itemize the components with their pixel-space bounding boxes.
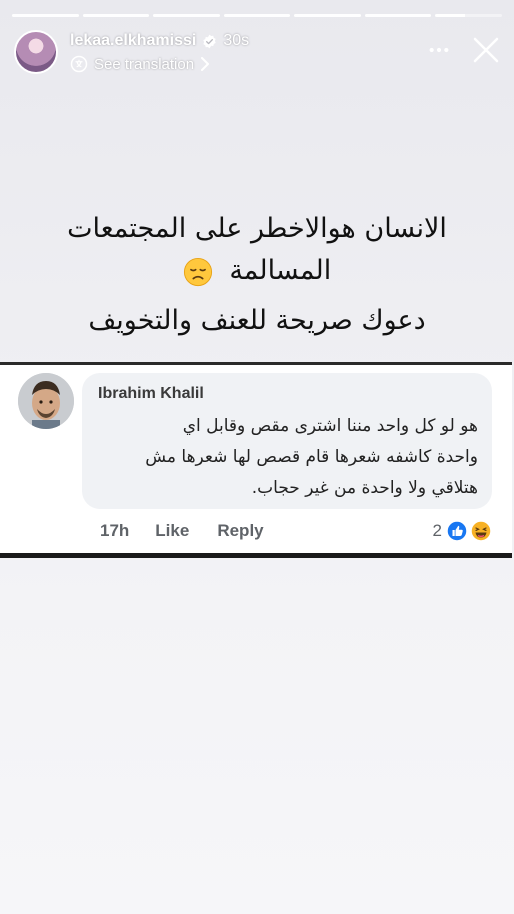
progress-segment-current: [364, 14, 432, 17]
comment-actions: 17h Like Reply 2: [100, 517, 492, 545]
story-progress-bars: [12, 14, 503, 17]
like-button[interactable]: Like: [155, 521, 189, 541]
verified-badge-icon: [203, 34, 216, 48]
comment-text: هو لو كل واحد مننا اشترى مقص وقابل اي وا…: [96, 411, 478, 504]
caption-line-1: الانسان هوالاخطر على المجتمعات: [67, 213, 447, 244]
progress-segment: [153, 14, 220, 17]
progress-segment: [223, 14, 291, 17]
caption-line-2-text: المسالمة: [229, 255, 332, 286]
disappointed-face-icon: [183, 257, 212, 286]
chevron-right-icon: [201, 57, 210, 71]
reaction-count: 2: [432, 521, 442, 540]
comment-screenshot: Ibrahim Khalil هو لو كل واحد مننا اشترى …: [0, 362, 512, 558]
see-translation-label: See translation: [94, 55, 195, 73]
progress-segment-active: [435, 14, 503, 17]
reactions-summary[interactable]: 2: [433, 520, 492, 542]
comment-text-line: واحدة كاشفه شعرها قام قصص لها شعرها مش: [145, 447, 478, 467]
reply-button[interactable]: Reply: [217, 521, 263, 541]
username[interactable]: lekaa.elkhamissi: [70, 32, 196, 50]
close-icon[interactable]: [472, 36, 500, 64]
progress-segment: [294, 14, 361, 17]
caption-line-2: المسالمة: [0, 250, 514, 292]
comment-text-line: هتلاقي ولا واحدة من غير حجاب.: [251, 478, 478, 498]
header-text: lekaa.elkhamissi 30s See translation: [70, 32, 249, 73]
story-header: lekaa.elkhamissi 30s See translation: [14, 30, 500, 78]
commenter-name[interactable]: Ibrahim Khalil: [98, 385, 204, 403]
comment-text-line: هو لو كل واحد مننا اشترى مقص وقابل اي: [182, 416, 478, 436]
comment-time: 17h: [100, 521, 130, 540]
progress-segment: [82, 14, 150, 17]
avatar[interactable]: [14, 30, 58, 74]
story-caption: الانسان هوالاخطر على المجتمعات المسالمة …: [0, 208, 514, 342]
caption-line-3: دعوك صريحة للعنف والتخويف: [88, 305, 426, 336]
user-row: lekaa.elkhamissi 30s: [70, 32, 249, 50]
story-timestamp: 30s: [223, 32, 250, 49]
progress-segment: [12, 14, 79, 17]
more-options-icon[interactable]: [428, 39, 450, 61]
commenter-avatar: [18, 373, 74, 429]
translate-icon: [70, 55, 88, 73]
like-reaction-icon: [446, 520, 468, 542]
header-actions: [428, 36, 500, 64]
haha-reaction-icon: [470, 520, 492, 542]
comment-bubble: Ibrahim Khalil هو لو كل واحد مننا اشترى …: [82, 373, 492, 509]
commenter-face-icon: [18, 373, 74, 429]
see-translation-button[interactable]: See translation: [70, 55, 249, 73]
